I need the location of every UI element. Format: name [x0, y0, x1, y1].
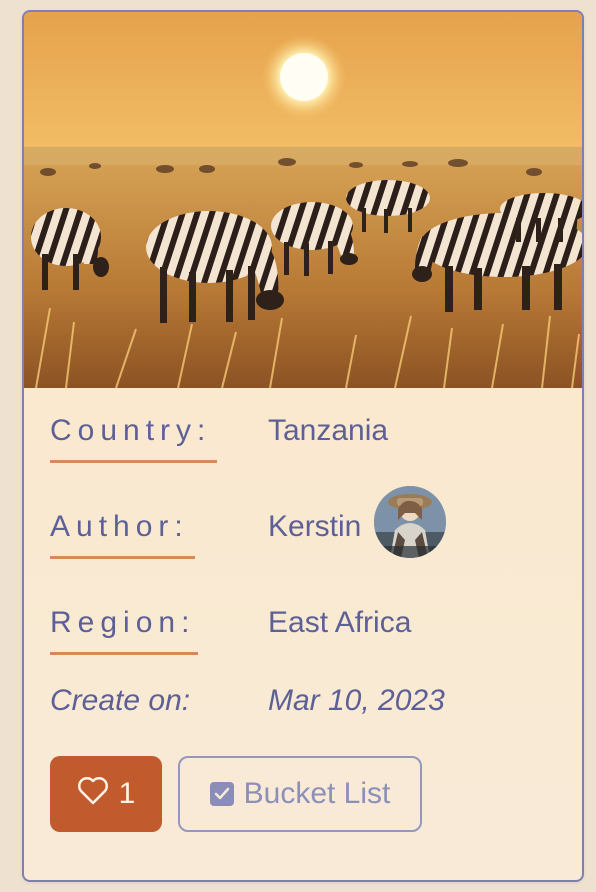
- page: Country: Tanzania Author: Kerstin Region…: [0, 0, 596, 892]
- checkbox-icon: [209, 782, 234, 806]
- author-value: Kerstin: [268, 510, 362, 543]
- bucket-list-label: Bucket List: [243, 777, 391, 810]
- destination-card: Country: Tanzania Author: Kerstin Region…: [22, 10, 584, 882]
- region-label: Region:: [50, 606, 196, 639]
- country-label: Country:: [50, 414, 212, 447]
- author-avatar: [374, 486, 446, 558]
- bucket-list-button[interactable]: Bucket List: [178, 756, 422, 832]
- region-row: Region: East Africa: [50, 608, 560, 668]
- region-value: East Africa: [268, 606, 412, 639]
- country-label-underline: [50, 460, 217, 463]
- like-button[interactable]: 1: [50, 756, 162, 832]
- hero-image: [24, 12, 582, 388]
- created-value: Mar 10, 2023: [268, 684, 445, 717]
- region-label-underline: [50, 652, 198, 655]
- author-label: Author:: [50, 510, 189, 543]
- heart-icon: [77, 777, 109, 811]
- country-value: Tanzania: [268, 414, 389, 447]
- created-label: Create on:: [50, 684, 191, 717]
- like-count: 1: [118, 777, 136, 810]
- author-row: Author: Kerstin: [50, 486, 560, 572]
- author-label-underline: [50, 556, 195, 559]
- country-row: Country: Tanzania: [50, 416, 560, 476]
